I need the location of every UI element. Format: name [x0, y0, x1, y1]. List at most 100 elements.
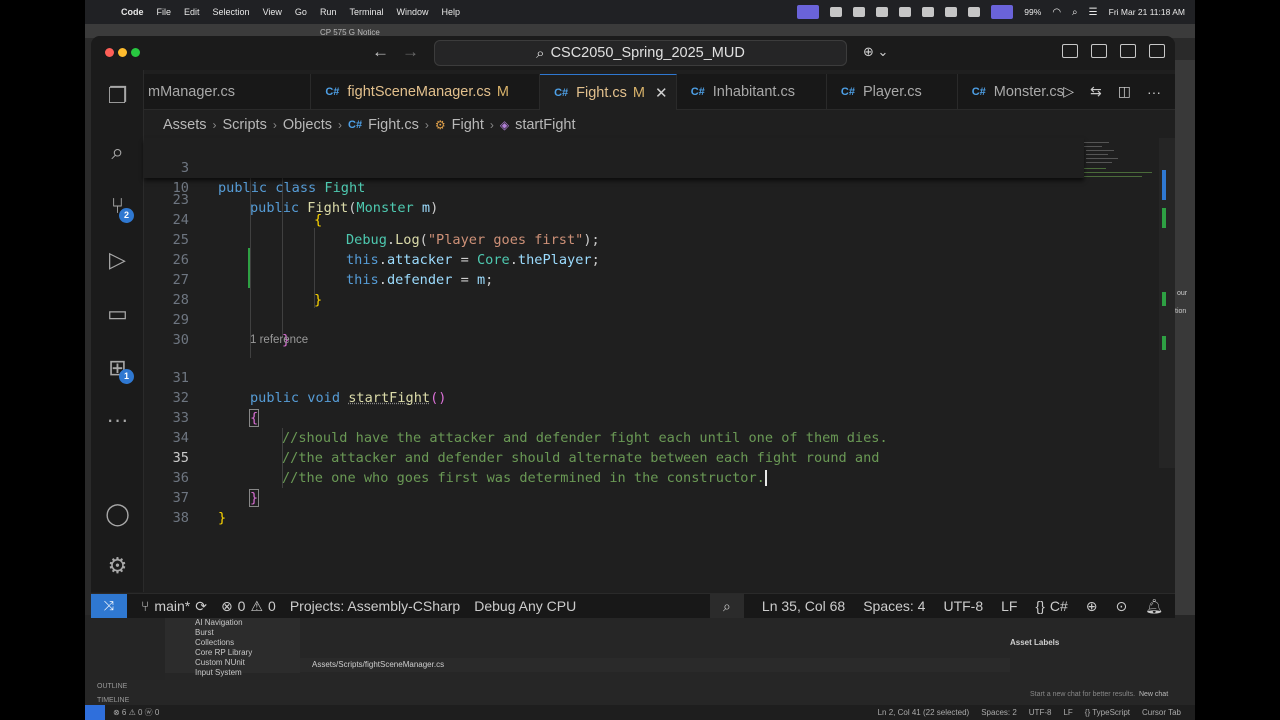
- breadcrumb-item[interactable]: Scripts: [223, 117, 267, 133]
- menu-go[interactable]: Go: [295, 7, 307, 17]
- end-of-line[interactable]: LF: [1001, 598, 1017, 614]
- menu-window[interactable]: Window: [396, 7, 428, 17]
- project-item[interactable]: Burst: [195, 628, 300, 638]
- indentation[interactable]: Spaces: 4: [863, 598, 925, 614]
- code-line[interactable]: 30: [144, 310, 1084, 348]
- minimap[interactable]: [1074, 138, 1154, 198]
- problems-indicator[interactable]: ⊗ 0 ⚠ 0: [221, 598, 276, 615]
- background-problems[interactable]: ⊗ 6 ⚠ 0 ⓦ 0: [113, 707, 159, 718]
- sticky-line[interactable]: 3 public class Fight: [144, 138, 1084, 196]
- forward-arrow-icon[interactable]: →: [402, 42, 419, 62]
- sticky-line[interactable]: 10 public Fight(Monster m): [144, 158, 1084, 216]
- more-actions-icon[interactable]: ···: [1147, 84, 1161, 100]
- notifications-bell-icon[interactable]: 🔔︎: [1145, 598, 1163, 615]
- search-icon[interactable]: ⌕: [1072, 7, 1078, 18]
- project-item[interactable]: Custom NUnit: [195, 658, 300, 668]
- tab-active[interactable]: C# Fight.cs M ✕: [540, 74, 677, 110]
- project-item[interactable]: Input System: [195, 668, 300, 678]
- menu-app-name[interactable]: Code: [121, 7, 144, 17]
- breadcrumb-item[interactable]: startFight: [515, 117, 575, 133]
- accounts-icon[interactable]: ◯: [104, 500, 131, 527]
- wifi-icon[interactable]: ◠: [1052, 7, 1061, 18]
- background-status-item[interactable]: UTF-8: [1029, 708, 1052, 717]
- toggle-secondary-sidebar-icon[interactable]: [1149, 44, 1165, 58]
- remote-explorer-icon[interactable]: ▭: [104, 300, 131, 327]
- compare-changes-icon[interactable]: ⇆: [1090, 83, 1102, 100]
- code-editor[interactable]: 3 public class Fight 10 public Fight(Mon…: [144, 138, 1175, 592]
- new-chat-link[interactable]: New chat: [1139, 691, 1168, 698]
- search-icon[interactable]: ⌕: [104, 138, 131, 165]
- back-arrow-icon[interactable]: ←: [372, 42, 389, 62]
- tray-icon[interactable]: [853, 7, 866, 17]
- code-line[interactable]: 36 }: [144, 448, 1084, 507]
- run-debug-icon[interactable]: ▷: [104, 246, 131, 273]
- split-editor-icon[interactable]: ◫: [1118, 83, 1131, 100]
- toggle-panel-icon[interactable]: [1120, 44, 1136, 58]
- sticky-scroll[interactable]: 3 public class Fight 10 public Fight(Mon…: [144, 138, 1084, 216]
- breadcrumb-item[interactable]: Objects: [283, 117, 332, 133]
- code-line[interactable]: 28: [144, 270, 1084, 308]
- project-item[interactable]: Core RP Library: [195, 648, 300, 658]
- remote-indicator-icon[interactable]: ⤨: [91, 593, 127, 618]
- screen-share-icon[interactable]: [797, 5, 820, 19]
- zoom-window-button[interactable]: [131, 48, 140, 57]
- background-status-item[interactable]: {} TypeScript: [1085, 708, 1130, 717]
- tab-file[interactable]: C# Inhabitant.cs: [677, 74, 827, 110]
- control-center-icon[interactable]: ☰: [1089, 7, 1098, 18]
- copilot-icon[interactable]: ⊕ ⌄: [863, 44, 888, 60]
- project-item[interactable]: Collections: [195, 638, 300, 648]
- encoding[interactable]: UTF-8: [943, 598, 983, 614]
- layout-customize-icon[interactable]: [1062, 44, 1078, 58]
- tab-file[interactable]: mManager.cs: [144, 74, 312, 110]
- projects-indicator[interactable]: Projects: Assembly-CSharp: [290, 598, 460, 614]
- menu-edit[interactable]: Edit: [184, 7, 200, 17]
- more-icon[interactable]: ···: [104, 406, 131, 433]
- codelens-references[interactable]: 1 reference: [250, 334, 308, 346]
- manage-gear-icon[interactable]: ⚙: [104, 552, 131, 579]
- zoom-icon[interactable]: ⌕: [709, 593, 744, 618]
- tray-icon[interactable]: [899, 7, 912, 17]
- menu-view[interactable]: View: [263, 7, 282, 17]
- code-line[interactable]: 34 //the attacker and defender should al…: [144, 408, 1084, 466]
- stage-manager-icon[interactable]: [991, 5, 1014, 19]
- tray-icon[interactable]: [968, 7, 981, 17]
- breadcrumb-item[interactable]: Assets: [163, 117, 207, 133]
- battery-percent[interactable]: 99%: [1024, 7, 1041, 17]
- tray-icon[interactable]: [945, 7, 958, 17]
- tab-file[interactable]: C# Player.cs: [827, 74, 958, 110]
- code-line[interactable]: 31 public void startFight(): [144, 348, 1084, 406]
- project-item[interactable]: AI Navigation: [195, 618, 300, 628]
- copilot-status-icon[interactable]: ⊕: [1086, 598, 1098, 615]
- background-remote-indicator[interactable]: [85, 705, 105, 720]
- command-center-search[interactable]: ⌕ CSC2050_Spring_2025_MUD: [434, 40, 847, 66]
- build-config-indicator[interactable]: Debug Any CPU: [474, 598, 576, 614]
- menu-terminal[interactable]: Terminal: [349, 7, 383, 17]
- toggle-sidebar-icon[interactable]: [1091, 44, 1107, 58]
- background-status-item[interactable]: Ln 2, Col 41 (22 selected): [878, 708, 970, 717]
- menu-help[interactable]: Help: [441, 7, 460, 17]
- code-line[interactable]: 32 {: [144, 368, 1084, 427]
- tab-file[interactable]: C# Monster.cs: [958, 74, 1064, 110]
- code-line[interactable]: 35 //the one who goes first was determin…: [144, 428, 1084, 486]
- tray-icon[interactable]: [922, 7, 935, 17]
- branch-indicator[interactable]: ⑂ main* ⟳: [141, 598, 207, 615]
- code-line[interactable]: 38: [144, 488, 1084, 526]
- outline-section[interactable]: OUTLINE: [97, 680, 129, 694]
- code-line[interactable]: 29 }: [144, 290, 1084, 348]
- menu-file[interactable]: File: [157, 7, 172, 17]
- background-status-item[interactable]: Cursor Tab: [1142, 708, 1181, 717]
- close-window-button[interactable]: [105, 48, 114, 57]
- code-line[interactable]: 37 }: [144, 468, 1084, 526]
- tab-file[interactable]: C# fightSceneManager.cs M: [311, 74, 541, 110]
- feedback-icon[interactable]: ⊙: [1115, 598, 1127, 615]
- menu-run[interactable]: Run: [320, 7, 337, 17]
- language-mode[interactable]: {} C#: [1035, 598, 1067, 614]
- minimize-window-button[interactable]: [118, 48, 127, 57]
- code-line[interactable]: 33 //should have the attacker and defend…: [144, 388, 1084, 446]
- menu-selection[interactable]: Selection: [213, 7, 250, 17]
- code-line[interactable]: 26 this.defender = m;: [144, 230, 1084, 288]
- code-line[interactable]: 27 }: [144, 250, 1084, 308]
- run-icon[interactable]: ▷: [1063, 83, 1074, 100]
- explorer-icon[interactable]: ❐: [104, 82, 131, 109]
- dropbox-icon[interactable]: [876, 7, 889, 17]
